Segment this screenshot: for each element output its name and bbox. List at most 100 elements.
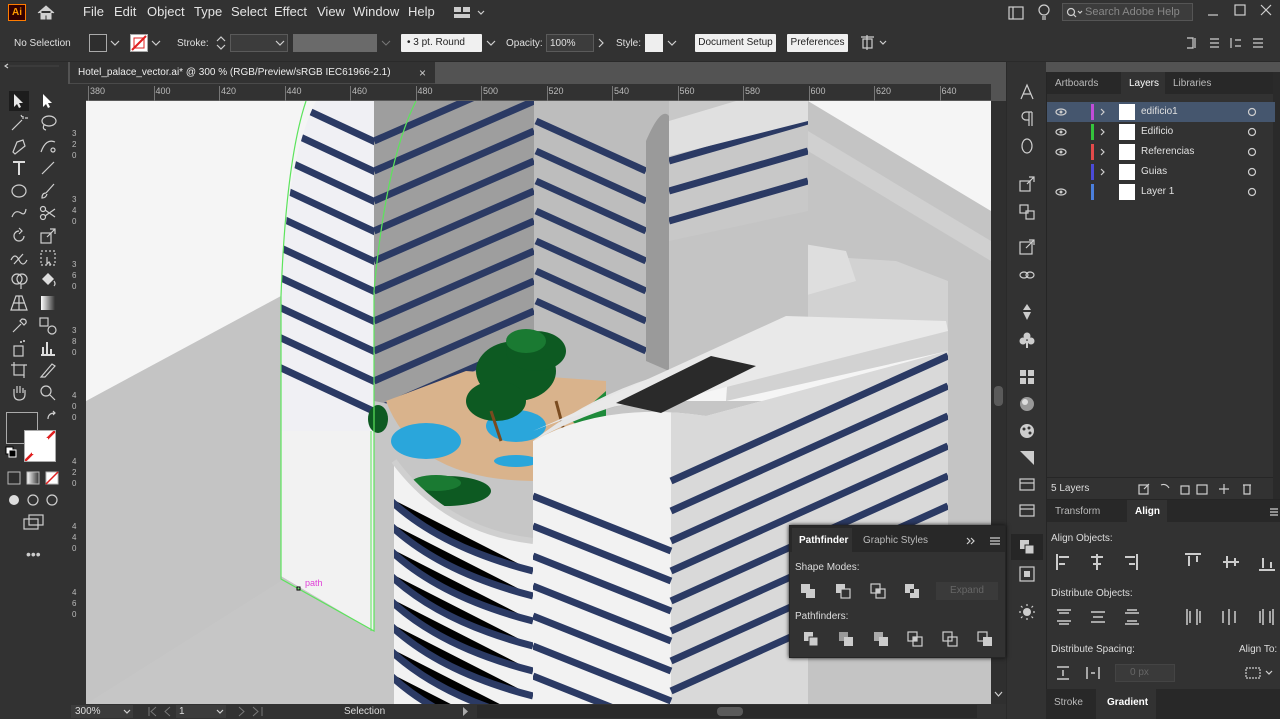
status-menu-icon[interactable] [461,706,471,717]
menu-file[interactable]: File [83,4,104,19]
expand-chevron-icon[interactable] [1100,168,1106,176]
tab-artboards[interactable]: Artboards [1055,78,1098,89]
zoom-field[interactable]: 300% [71,705,133,718]
symbol-sprayer-tool-icon[interactable] [9,338,29,358]
layer-row[interactable]: Referencias [1047,142,1275,162]
close-window-icon[interactable] [1259,3,1273,17]
collapse-toolbar-icon[interactable] [4,62,64,70]
panel-controls-icon[interactable] [966,536,1002,546]
club-symbol-icon[interactable] [1017,330,1037,350]
target-circle-icon[interactable] [1247,167,1257,177]
gradient-tool-icon[interactable] [38,293,58,313]
eyedropper-tool-icon[interactable] [9,316,29,336]
slice-tool-icon[interactable] [38,360,58,380]
trim-icon[interactable] [838,631,854,647]
transform-panel-icon[interactable] [1017,564,1037,584]
brush-definition[interactable]: • 3 pt. Round [401,34,482,52]
tab-pathfinder[interactable]: Pathfinder [799,535,848,546]
spacing-value-field[interactable]: 0 px [1115,664,1175,682]
expand-button[interactable]: Expand [936,582,998,600]
eye-icon[interactable] [1055,148,1067,156]
style-swatch[interactable] [645,34,663,52]
default-colors-icon[interactable] [5,446,17,458]
layer-row[interactable]: Layer 1 [1047,182,1275,202]
direct-selection-tool-icon[interactable] [38,91,58,111]
chevron-right-icon[interactable] [597,38,605,48]
selection-tool-icon[interactable] [9,91,29,111]
ruler-origin[interactable] [68,84,86,101]
opacity-field[interactable]: 100% [546,34,594,52]
character-panel-icon[interactable] [1017,82,1037,102]
scroll-thumb[interactable] [994,386,1003,406]
zoom-tool-icon[interactable] [38,383,58,403]
links-panel-icon[interactable] [1017,202,1037,222]
target-circle-icon[interactable] [1247,107,1257,117]
eye-icon[interactable] [1055,188,1067,196]
swap-fill-stroke-icon[interactable] [46,410,58,422]
scroll-down-icon[interactable] [994,690,1003,698]
pen-tool-icon[interactable] [9,136,29,156]
exclude-icon[interactable] [904,583,920,599]
layer-name[interactable]: edificio1 [1141,106,1178,117]
perspective-grid-tool-icon[interactable] [9,293,29,313]
tab-align[interactable]: Align [1135,506,1160,517]
tab-gradient[interactable]: Gradient [1107,697,1148,708]
horizontal-scrollbar[interactable] [477,705,977,718]
menu-effect[interactable]: Effect [274,4,307,19]
shaper-tool-icon[interactable] [9,203,29,223]
panel-options-icons[interactable] [1185,35,1275,51]
eye-icon[interactable] [1055,128,1067,136]
layer-name[interactable]: Referencias [1141,146,1194,157]
document-setup-button[interactable]: Document Setup [695,34,776,52]
unite-icon[interactable] [800,583,816,599]
minus-front-icon[interactable] [835,583,851,599]
document-tab[interactable]: Hotel_palace_vector.ai* @ 300 % (RGB/Pre… [70,62,435,84]
curvature-tool-icon[interactable] [38,136,58,156]
column-graph-tool-icon[interactable] [38,338,58,358]
artboards-panel-icon[interactable] [1017,500,1037,520]
distribute-objects-icons[interactable] [1055,607,1275,627]
rotate-tool-icon[interactable] [9,226,29,246]
workspace-switcher-icon[interactable] [453,6,487,19]
stroke-swatch[interactable] [130,34,148,52]
maximize-icon[interactable] [1233,3,1247,17]
gradient-panel-icon[interactable] [1017,448,1037,468]
stepper-icon[interactable] [214,34,228,52]
graphic-styles-icon[interactable] [1017,394,1037,414]
divide-icon[interactable] [803,631,819,647]
layers-footer-icons[interactable] [1137,482,1257,496]
arrange-icon[interactable] [860,34,888,52]
draw-mode-icons[interactable] [7,493,61,507]
chevron-down-icon[interactable] [486,39,496,47]
expand-chevron-icon[interactable] [1100,128,1106,136]
align-to-selector-icon[interactable] [1242,663,1276,683]
menu-select[interactable]: Select [231,4,267,19]
menu-view[interactable]: View [317,4,345,19]
menu-help[interactable]: Help [408,4,435,19]
merge-icon[interactable] [873,631,889,647]
layer-row[interactable]: edificio1 [1047,102,1275,122]
stroke-weight-field[interactable] [230,34,288,52]
panel-menu-icon[interactable] [1269,508,1279,516]
line-segment-tool-icon[interactable] [38,158,58,178]
artboard-tool-icon[interactable] [9,360,29,380]
stroke-color-large[interactable] [24,430,56,462]
swatches-panel-icon[interactable] [1017,367,1037,387]
preferences-button[interactable]: Preferences [787,34,848,52]
artboard-next-icons[interactable] [236,706,270,717]
eye-icon[interactable] [1055,108,1067,116]
chevron-down-icon[interactable] [151,39,161,47]
menu-edit[interactable]: Edit [114,4,136,19]
scale-tool-icon[interactable] [38,226,58,246]
shape-builder-tool-icon[interactable] [9,270,29,290]
search-box[interactable]: Search Adobe Help [1062,3,1193,21]
align-objects-icons[interactable] [1055,552,1275,572]
minimize-icon[interactable] [1207,7,1219,17]
tab-libraries[interactable]: Libraries [1173,78,1211,89]
layers-panel-icon[interactable] [1017,474,1037,494]
more-tools-icon[interactable]: ••• [26,546,41,562]
opentype-panel-icon[interactable] [1017,136,1037,156]
paintbrush-tool-icon[interactable] [38,181,58,201]
fill-swatch[interactable] [89,34,107,52]
horizontal-ruler[interactable]: 380 400 420 440 460 480 500 520 540 560 580 600 620 6… [86,84,991,101]
